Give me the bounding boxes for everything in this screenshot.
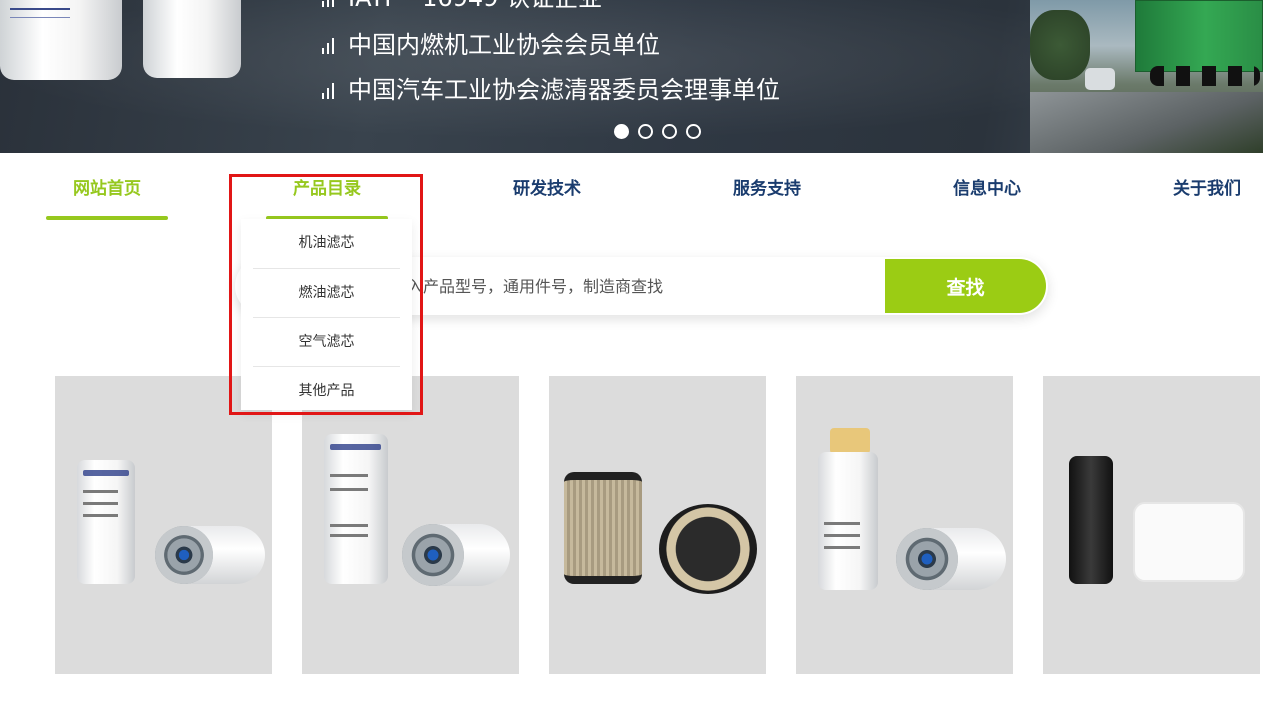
banner-bullet-text: 中国汽车工业协会滤清器委员会理事单位	[348, 76, 780, 104]
banner-filter-image	[0, 0, 122, 80]
product-image	[818, 452, 878, 590]
product-image	[1133, 502, 1245, 582]
banner-bullet-text: 中国内燃机工业协会会员单位	[348, 31, 660, 59]
carousel-dot[interactable]	[662, 124, 677, 139]
product-grid	[0, 376, 1263, 674]
dropdown-item-air-filter[interactable]: 空气滤芯	[253, 317, 400, 366]
banner-filter-image	[143, 0, 241, 78]
nav-item-service[interactable]: 服务支持	[706, 153, 828, 223]
nav-item-home[interactable]: 网站首页	[46, 153, 168, 223]
product-card-fuel-water-separator[interactable]	[796, 376, 1013, 674]
banner-truck-image	[1030, 0, 1263, 153]
nav-item-products[interactable]: 产品目录	[266, 153, 388, 223]
nav-item-about[interactable]: 关于我们	[1146, 153, 1263, 223]
signal-bars-icon	[322, 38, 336, 54]
dropdown-item-fuel-filter[interactable]: 燃油滤芯	[253, 268, 400, 317]
carousel-dot[interactable]	[686, 124, 701, 139]
product-image	[830, 428, 870, 454]
product-image	[659, 504, 757, 594]
banner-bullet: 中国内燃机工业协会会员单位	[322, 30, 660, 60]
carousel-dots	[614, 124, 701, 139]
carousel-dot[interactable]	[638, 124, 653, 139]
dropdown-item-oil-filter[interactable]: 机油滤芯	[253, 219, 400, 268]
search-button[interactable]: 查找	[885, 259, 1046, 313]
banner-bullet-text: IATF－16949 认证企业	[348, 0, 602, 12]
nav-item-research[interactable]: 研发技术	[486, 153, 608, 223]
nav-item-label: 关于我们	[1173, 179, 1241, 199]
product-image	[324, 434, 388, 584]
nav-item-label: 信息中心	[953, 179, 1021, 199]
hero-banner: IATF－16949 认证企业 中国内燃机工业协会会员单位 中国汽车工业协会滤清…	[0, 0, 1263, 153]
banner-bullet: IATF－16949 认证企业	[322, 0, 602, 13]
product-card-fuel-filter[interactable]	[302, 376, 519, 674]
banner-bullet: 中国汽车工业协会滤清器委员会理事单位	[322, 75, 780, 105]
nav-item-news[interactable]: 信息中心	[926, 153, 1048, 223]
nav-item-label: 研发技术	[513, 179, 581, 199]
product-card-air-filter[interactable]	[549, 376, 766, 674]
product-image	[77, 460, 135, 584]
product-card-other-product[interactable]	[1043, 376, 1260, 674]
product-image	[896, 528, 958, 590]
nav-item-label: 产品目录	[293, 179, 361, 199]
signal-bars-icon	[322, 0, 336, 7]
product-image	[402, 524, 464, 586]
product-image	[1069, 456, 1113, 584]
main-nav: 网站首页 产品目录 研发技术 服务支持 信息中心 关于我们	[0, 153, 1263, 223]
product-card-oil-filter[interactable]	[55, 376, 272, 674]
carousel-dot[interactable]	[614, 124, 629, 139]
nav-item-label: 服务支持	[733, 179, 801, 199]
nav-active-underline	[46, 216, 168, 220]
product-image	[155, 526, 213, 584]
product-image	[564, 472, 642, 584]
nav-item-label: 网站首页	[73, 179, 141, 199]
products-dropdown-menu: 机油滤芯 燃油滤芯 空气滤芯 其他产品	[241, 219, 412, 410]
dropdown-item-other-products[interactable]: 其他产品	[253, 366, 400, 415]
signal-bars-icon	[322, 83, 336, 99]
